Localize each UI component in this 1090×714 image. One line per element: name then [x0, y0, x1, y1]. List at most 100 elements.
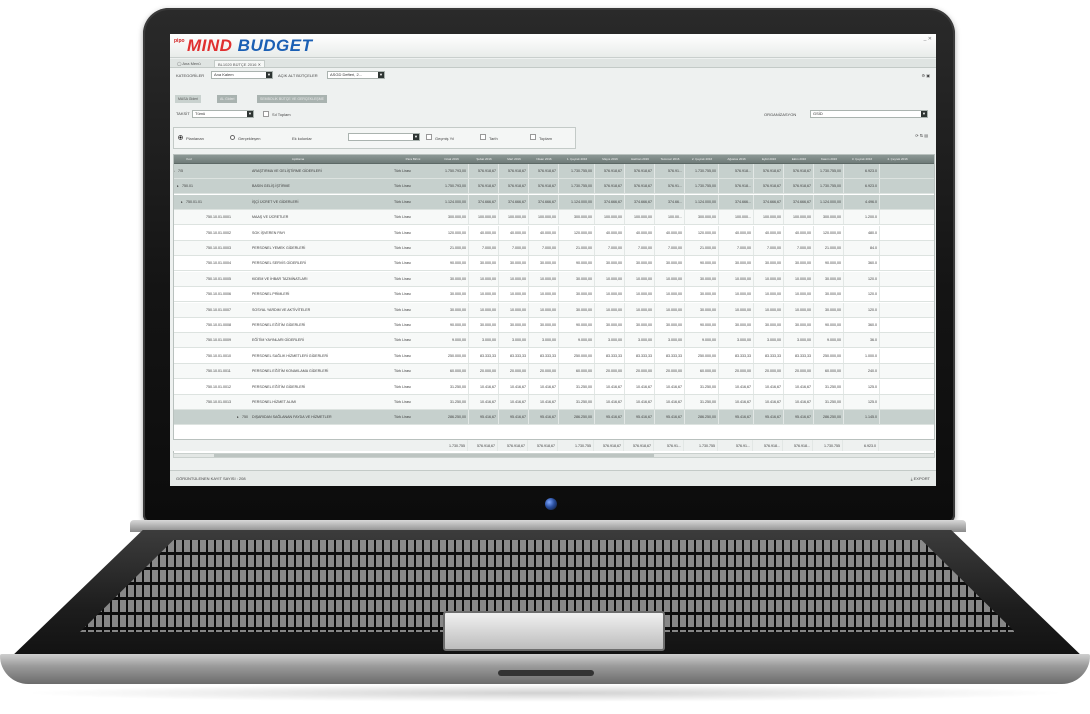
value-cell[interactable]: 7.000,00 [469, 241, 499, 255]
column-header[interactable]: Mart 2016 [499, 155, 529, 163]
value-cell[interactable]: 40.000,00 [625, 225, 655, 240]
value-cell[interactable]: 10.000,00 [719, 302, 754, 317]
value-cell[interactable]: 576.918... [719, 179, 754, 194]
column-header[interactable]: 4. Çeyrek 2016 [880, 155, 915, 163]
value-cell[interactable]: 30.000,00 [625, 318, 655, 332]
value-cell[interactable]: 20.000,00 [655, 364, 685, 379]
value-cell[interactable]: 60.000,00 [559, 364, 595, 379]
value-cell[interactable]: 10.416,67 [784, 379, 814, 394]
value-cell[interactable]: 31.250,00 [559, 395, 595, 409]
value-cell[interactable]: 31.250,00 [559, 379, 595, 394]
value-cell[interactable]: 40.000,00 [529, 225, 559, 240]
value-cell[interactable]: 374.666,67 [625, 194, 655, 209]
value-cell[interactable]: 83.333,33 [784, 348, 814, 363]
value-cell[interactable]: 1.730.755,00 [814, 179, 844, 194]
value-cell[interactable]: 286.250,00 [685, 410, 719, 425]
export-button[interactable]: ⤓ EXPORT [911, 476, 930, 481]
group-row[interactable]: ▸ 7/5 ARAŞTIRMA VE GELİŞTİRME GİDERLERİ Tür… [174, 164, 934, 179]
value-cell[interactable]: 10.416,67 [784, 395, 814, 409]
type-select[interactable]: Tümü ▼ [192, 110, 254, 118]
value-cell[interactable]: 31.250,00 [814, 379, 844, 394]
value-cell[interactable]: 120.000,00 [434, 225, 469, 240]
value-cell[interactable]: 40.000,00 [719, 225, 754, 240]
column-header[interactable]: 1. Çeyrek 2016 [559, 155, 595, 163]
value-cell[interactable]: 83.333,33 [469, 348, 499, 363]
table-row[interactable]: 750.10.01.0007 SOSYAL YARDIM VE AKTİVİTEL… [174, 302, 934, 318]
value-cell[interactable]: 576.91... [655, 179, 685, 194]
value-cell[interactable]: 10.000,00 [529, 302, 559, 317]
chevron-down-icon[interactable]: ▼ [413, 134, 419, 140]
value-cell[interactable]: 31.250,00 [685, 379, 719, 394]
value-cell[interactable]: 576.918... [719, 164, 754, 178]
value-cell[interactable]: 84.0 [844, 241, 880, 255]
value-cell[interactable]: 1.124.000,00 [685, 194, 719, 209]
value-cell[interactable]: 576.918,67 [469, 179, 499, 194]
value-cell[interactable]: 30.000,00 [559, 302, 595, 317]
table-row[interactable]: 750.10.01.0001 MAAŞ VE ÜCRETLER Türk Liras… [174, 210, 934, 226]
value-cell[interactable]: 83.333,33 [625, 348, 655, 363]
value-cell[interactable]: 30.000,00 [655, 318, 685, 332]
value-cell[interactable]: 10.416,67 [719, 395, 754, 409]
value-cell[interactable]: 10.000,00 [625, 302, 655, 317]
value-cell[interactable]: 10.416,67 [499, 379, 529, 394]
value-cell[interactable]: 30.000,00 [434, 302, 469, 317]
table-row[interactable]: 750.10.01.0008 PERSONEL EĞİTİM GİDERLERİ T… [174, 318, 934, 333]
value-cell[interactable]: 10.000,00 [625, 271, 655, 286]
subtab-sembolik[interactable]: SEMBOLİK BÜTÇE VE GERÇEKLEŞME [257, 95, 327, 103]
value-cell[interactable]: 10.000,00 [754, 271, 784, 286]
value-cell[interactable]: 10.000,00 [655, 287, 685, 302]
table-row[interactable]: 750.10.01.0003 PERSONEL YEMEK GİDERLERİ Tü… [174, 241, 934, 256]
value-cell[interactable]: 120.000,00 [559, 225, 595, 240]
value-cell[interactable]: 3.000,00 [655, 333, 685, 348]
value-cell[interactable]: 30.000,00 [814, 287, 844, 302]
value-cell[interactable]: 30.000,00 [434, 271, 469, 286]
value-cell[interactable]: 576.918,67 [754, 179, 784, 194]
column-header[interactable]: Haziran 2016 [625, 155, 655, 163]
value-cell[interactable]: 100.000,00 [595, 210, 625, 225]
value-cell[interactable]: 576.918,67 [625, 179, 655, 194]
value-cell[interactable]: 360.0 [844, 256, 880, 271]
value-cell[interactable]: 20.000,00 [719, 364, 754, 379]
value-cell[interactable]: 31.250,00 [434, 395, 469, 409]
value-cell[interactable]: 10.416,67 [754, 379, 784, 394]
column-header[interactable]: Açıklama [204, 155, 392, 163]
value-cell[interactable]: 10.000,00 [529, 271, 559, 286]
value-cell[interactable]: 1.124.000,00 [559, 194, 595, 209]
value-cell[interactable]: 125.0 [844, 395, 880, 409]
value-cell[interactable]: 576.918,67 [625, 164, 655, 178]
value-cell[interactable]: 576.918,67 [529, 179, 559, 194]
category-select[interactable]: Ana Kalem ▼ [211, 71, 273, 79]
value-cell[interactable]: 83.333,33 [655, 348, 685, 363]
value-cell[interactable]: 30.000,00 [754, 256, 784, 271]
group-row[interactable]: ▸ 750.01.01 İŞÇİ ÜCRET VE GİDERLERİ Türk Li… [174, 194, 934, 210]
column-header[interactable]: Ağustos 2016 [719, 155, 754, 163]
value-cell[interactable]: 10.416,67 [719, 379, 754, 394]
value-cell[interactable]: 40.000,00 [499, 225, 529, 240]
value-cell[interactable]: 21.000,00 [434, 241, 469, 255]
value-cell[interactable]: 90.000,00 [814, 318, 844, 332]
column-header[interactable]: 3. Çeyrek 2016 [844, 155, 880, 163]
value-cell[interactable]: 6.923.0 [844, 179, 880, 194]
subtab-masa[interactable]: MASA Gideri [175, 95, 202, 103]
value-cell[interactable]: 10.000,00 [784, 302, 814, 317]
value-cell[interactable]: 30.000,00 [784, 318, 814, 332]
value-cell[interactable]: 576.918,67 [595, 164, 625, 178]
value-cell[interactable]: 10.000,00 [499, 287, 529, 302]
value-cell[interactable]: 10.000,00 [784, 287, 814, 302]
value-cell[interactable]: 9.000,00 [814, 333, 844, 348]
column-header[interactable]: Mayıs 2016 [595, 155, 625, 163]
value-cell[interactable]: 10.000,00 [469, 302, 499, 317]
value-cell[interactable]: 30.000,00 [499, 318, 529, 332]
group-row[interactable]: ▸ 750.01 BASIN GELİŞ İŞTİRME Türk Lirası 1.7… [174, 179, 934, 195]
window-controls[interactable]: _ ✕ [924, 36, 932, 42]
value-cell[interactable]: 95.416,67 [499, 410, 529, 425]
value-cell[interactable]: 10.416,67 [754, 395, 784, 409]
value-cell[interactable]: 3.000,00 [754, 333, 784, 348]
value-cell[interactable]: 10.416,67 [655, 379, 685, 394]
column-header[interactable]: Kod [174, 155, 204, 163]
value-cell[interactable]: 1.730.755,00 [814, 164, 844, 178]
value-cell[interactable]: 36.0 [844, 333, 880, 348]
chevron-down-icon[interactable]: ▼ [921, 111, 927, 117]
value-cell[interactable]: 20.000,00 [784, 364, 814, 379]
value-cell[interactable]: 250.000,00 [559, 348, 595, 363]
